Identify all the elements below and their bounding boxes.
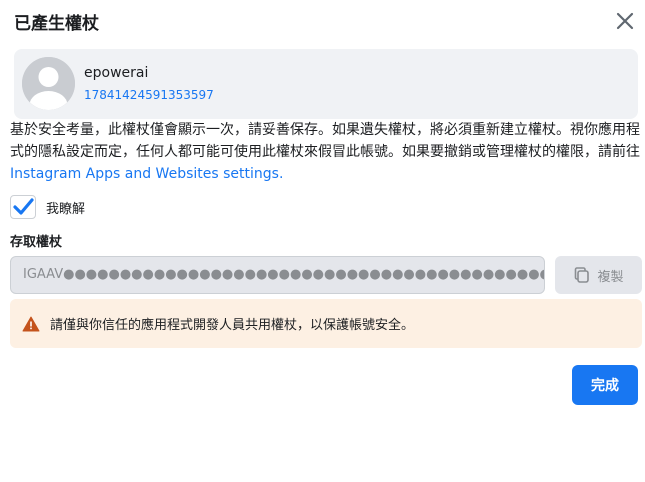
done-button[interactable]: 完成 (572, 365, 638, 405)
copy-icon (575, 267, 590, 283)
copy-button[interactable]: 複製 (555, 256, 642, 294)
dialog-title: 已產生權杖 (14, 14, 99, 34)
account-card: epowerai 17841424591353597 (14, 49, 638, 119)
acknowledge-label: 我瞭解 (46, 201, 86, 217)
account-name: epowerai (84, 65, 149, 81)
warning-icon (22, 316, 40, 331)
avatar (22, 57, 75, 110)
account-id: 17841424591353597 (84, 88, 214, 102)
instagram-settings-link[interactable]: Instagram Apps and Websites settings. (10, 166, 283, 182)
warning-banner: 請僅與你信任的應用程式開發人員共用權杖，以保護帳號安全。 (10, 299, 642, 348)
close-icon[interactable] (614, 10, 636, 32)
acknowledge-checkbox[interactable] (10, 195, 36, 219)
description-text: 基於安全考量，此權杖僅會顯示一次，請妥善保存。如果遺失權杖，將必須重新建立權杖。… (10, 122, 640, 160)
copy-button-label: 複製 (597, 269, 624, 285)
check-icon (13, 198, 34, 215)
default-avatar-icon (22, 57, 75, 110)
acknowledge-row: 我瞭解 (10, 195, 85, 219)
token-description: 基於安全考量，此權杖僅會顯示一次，請妥善保存。如果遺失權杖，將必須重新建立權杖。… (10, 119, 642, 185)
token-label: 存取權杖 (10, 235, 63, 250)
access-token-field[interactable]: IGAAV●●●●●●●●●●●●●●●●●●●●●●●●●●●●●●●●●●●… (10, 256, 545, 294)
warning-text: 請僅與你信任的應用程式開發人員共用權杖，以保護帳號安全。 (50, 318, 415, 333)
